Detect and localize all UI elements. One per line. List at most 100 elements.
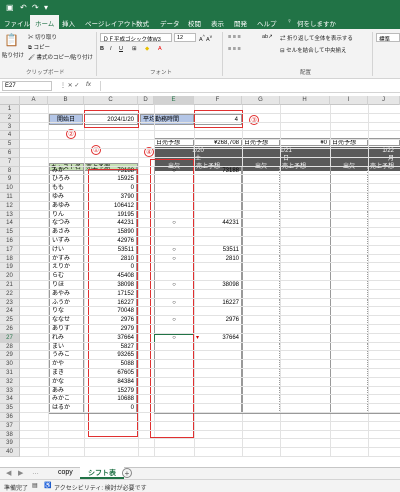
wrap-text-button[interactable]: ⇄ 折り返して全体を表示する	[280, 34, 353, 42]
column-header-g[interactable]: G	[242, 96, 280, 105]
more-sheets-icon[interactable]: …	[32, 469, 39, 476]
row-header[interactable]: 24	[0, 307, 20, 317]
row-header[interactable]: 6	[0, 149, 20, 158]
row-header[interactable]: 22	[0, 289, 20, 299]
tab-insert[interactable]: 挿入	[62, 18, 75, 28]
fill-color-icon[interactable]: ◆	[145, 46, 149, 52]
row-header[interactable]: 13	[0, 210, 20, 220]
accessibility-status[interactable]: アクセシビリティ: 検討が必要です	[54, 483, 147, 492]
align-left-icon[interactable]: ≡ ≡ ≡	[228, 46, 241, 52]
row-header[interactable]: 4	[0, 131, 20, 141]
column-header-d[interactable]: D	[138, 96, 154, 105]
row-header[interactable]: 29	[0, 351, 20, 361]
row-header[interactable]: 39	[0, 439, 20, 449]
row-header[interactable]: 25	[0, 316, 20, 325]
row-header[interactable]: 19	[0, 263, 20, 273]
font-name-select[interactable]: ＤＦ平成ゴシック体W3	[100, 33, 172, 42]
row-header[interactable]: 21	[0, 281, 20, 290]
select-all-corner[interactable]	[0, 96, 20, 105]
column-header-f[interactable]: F	[194, 96, 242, 105]
row-header[interactable]: 10	[0, 184, 20, 193]
border-icon[interactable]: ⊞	[132, 46, 137, 52]
tab-page-layout[interactable]: ページレイアウト	[85, 18, 137, 28]
row-header[interactable]: 35	[0, 404, 20, 413]
column-header-c[interactable]: C	[84, 96, 138, 105]
row-header[interactable]: 31	[0, 369, 20, 378]
save-icon[interactable]: ▣	[6, 3, 14, 12]
tab-help[interactable]: ヘルプ	[257, 18, 277, 28]
row-header[interactable]: 30	[0, 360, 20, 369]
orientation-icon[interactable]: ab↗	[262, 34, 273, 40]
sheet-tab-copy[interactable]: copy	[52, 469, 79, 476]
copy-button[interactable]: ⧉ コピー	[28, 43, 50, 52]
qat-dropdown-icon[interactable]: ▾	[44, 3, 48, 12]
tab-formulas[interactable]: 数式	[136, 18, 149, 28]
scroll-right-icon[interactable]: ▶	[18, 469, 23, 477]
column-header-i[interactable]: I	[330, 96, 368, 105]
tab-view[interactable]: 表示	[211, 18, 224, 28]
align-top-icon[interactable]: ≡ ≡ ≡	[228, 34, 241, 40]
name-box[interactable]: E27	[2, 81, 52, 91]
fx-icon[interactable]: fx	[86, 81, 91, 88]
tab-data[interactable]: データ	[160, 18, 180, 28]
accessibility-icon[interactable]: ♿	[44, 482, 51, 489]
column-header-h[interactable]: H	[280, 96, 330, 105]
row-header[interactable]: 37	[0, 421, 20, 431]
grid-line	[20, 174, 400, 176]
row-header[interactable]: 11	[0, 193, 20, 202]
column-header-e[interactable]: E	[154, 96, 194, 105]
row-header[interactable]: 17	[0, 245, 20, 255]
font-grow-icon[interactable]: A^ Av	[199, 34, 212, 43]
row-header[interactable]: 32	[0, 377, 20, 387]
row-header[interactable]: 12	[0, 201, 20, 211]
tab-home[interactable]: ホーム	[30, 15, 60, 29]
redo-icon[interactable]: ↷	[32, 3, 39, 12]
tab-developer[interactable]: 開発	[234, 18, 247, 28]
paste-button[interactable]: 貼り付け	[2, 51, 24, 59]
undo-icon[interactable]: ↶	[20, 3, 27, 12]
row-header[interactable]: 18	[0, 254, 20, 264]
row-header[interactable]: 8	[0, 166, 20, 176]
scroll-left-icon[interactable]: ◀	[6, 469, 11, 477]
row-header[interactable]: 33	[0, 386, 20, 396]
row-header[interactable]: 7	[0, 157, 20, 167]
row-header[interactable]: 3	[0, 122, 20, 132]
row-header[interactable]: 1	[0, 105, 20, 114]
row-header[interactable]: 26	[0, 325, 20, 334]
cut-button[interactable]: ✂ 切り取り	[28, 33, 57, 41]
formula-input[interactable]	[100, 81, 396, 91]
row-header[interactable]: 34	[0, 395, 20, 405]
row-header[interactable]: 28	[0, 342, 20, 352]
number-format-select[interactable]: 標準	[376, 33, 400, 42]
italic-button[interactable]: I	[110, 46, 112, 52]
row-header[interactable]: 16	[0, 237, 20, 246]
sheet-tab-shift[interactable]: シフト表	[80, 467, 124, 479]
row-header[interactable]: 27	[0, 333, 20, 343]
row-header[interactable]: 36	[0, 413, 20, 422]
tab-review[interactable]: 校閲	[188, 18, 201, 28]
column-header-j[interactable]: J	[368, 96, 400, 105]
add-sheet-button[interactable]: +	[122, 468, 132, 478]
row-header[interactable]: 40	[0, 448, 20, 457]
row-header[interactable]: 15	[0, 228, 20, 237]
row-header[interactable]: 5	[0, 140, 20, 149]
dropdown-arrow-icon[interactable]: ▾	[196, 334, 199, 341]
row-header[interactable]: 2	[0, 113, 20, 123]
row-header[interactable]: 9	[0, 175, 20, 185]
font-size-select[interactable]: 12	[174, 33, 196, 42]
tell-me-search[interactable]: 何をしますか	[297, 18, 336, 28]
tab-file[interactable]: ファイル	[4, 18, 30, 28]
bold-button[interactable]: B	[100, 46, 104, 52]
row-header[interactable]: 23	[0, 298, 20, 308]
format-painter-button[interactable]: 🖌 書式のコピー/貼り付け	[28, 53, 93, 61]
font-color-icon[interactable]: A	[158, 46, 162, 52]
underline-button[interactable]: U	[119, 46, 123, 52]
row-header[interactable]: 20	[0, 272, 20, 281]
paste-icon[interactable]: 📋	[4, 33, 19, 47]
column-header-b[interactable]: B	[48, 96, 84, 105]
macro-icon[interactable]: ▤	[32, 482, 38, 489]
row-header[interactable]: 38	[0, 430, 20, 440]
row-header[interactable]: 14	[0, 219, 20, 229]
merge-center-button[interactable]: ⊟ セルを結合して中央揃え	[280, 46, 346, 54]
column-header-a[interactable]: A	[20, 96, 48, 105]
